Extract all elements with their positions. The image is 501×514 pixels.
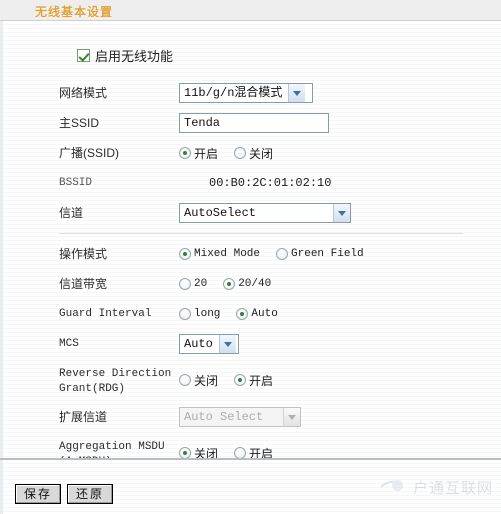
label-main-ssid: 主SSID [59, 116, 100, 130]
channel-bandwidth-option-2040-label: 20/40 [238, 278, 272, 290]
guard-interval-option-long[interactable]: long [179, 308, 220, 320]
row-main-ssid: 主SSID [59, 113, 479, 133]
operating-mode-radio-group: Mixed Mode Green Field [179, 248, 374, 260]
chevron-down-icon[interactable] [333, 204, 350, 222]
guard-interval-option-auto[interactable]: Auto [236, 308, 278, 320]
row-bssid: BSSID 00:B0:2C:01:02:10 [59, 173, 479, 193]
operating-mode-option-greenfield-label: Green Field [291, 248, 364, 260]
extension-channel-value: Auto Select [184, 410, 264, 424]
radio-icon-on[interactable] [223, 278, 236, 290]
broadcast-ssid-radio-group: 开启 关闭 [179, 145, 283, 162]
row-channel-bandwidth: 信道带宽 20 20/40 [59, 274, 479, 294]
enable-wireless-checkbox[interactable] [77, 49, 90, 62]
row-rdg: Reverse Direction Grant(RDG) 关闭 开启 [59, 364, 479, 397]
radio-icon-off[interactable] [276, 248, 289, 260]
label-network-mode: 网络模式 [59, 86, 108, 100]
chevron-down-icon [283, 408, 300, 426]
broadcast-ssid-option-on[interactable]: 开启 [179, 145, 218, 162]
channel-bandwidth-radio-group: 20 20/40 [179, 278, 281, 290]
label-bssid: BSSID [59, 177, 93, 189]
radio-icon-on[interactable] [236, 308, 249, 320]
page-header: 无线基本设置 [0, 0, 501, 21]
divider [59, 233, 463, 234]
footer-bar: 保存 还原 [0, 460, 501, 514]
row-mcs: MCS Auto [59, 334, 479, 354]
settings-form: 网络模式 11b/g/n混合模式 主SSID 广播(SSID) [59, 83, 479, 491]
row-guard-interval: Guard Interval long Auto [59, 304, 479, 324]
page-title: 无线基本设置 [35, 5, 114, 19]
label-guard-interval: Guard Interval [59, 308, 152, 320]
chevron-down-icon[interactable] [288, 84, 306, 102]
broadcast-ssid-option-off[interactable]: 关闭 [234, 145, 273, 162]
label-rdg: Reverse Direction Grant(RDG) [59, 368, 172, 395]
footer-buttons: 保存 还原 [15, 484, 114, 504]
row-network-mode: 网络模式 11b/g/n混合模式 [59, 83, 479, 103]
label-extension-channel: 扩展信道 [59, 410, 108, 424]
label-channel: 信道 [59, 206, 84, 220]
radio-icon-on[interactable] [179, 147, 191, 159]
radio-icon-on[interactable] [179, 248, 191, 260]
operating-mode-option-greenfield[interactable]: Green Field [276, 248, 364, 260]
channel-select[interactable]: AutoSelect [179, 203, 351, 223]
row-extension-channel: 扩展信道 Auto Select [59, 407, 479, 427]
extension-channel-select: Auto Select [179, 407, 301, 427]
network-mode-select[interactable]: 11b/g/n混合模式 [179, 83, 313, 103]
mcs-value: Auto [184, 337, 213, 351]
guard-interval-option-long-label: long [194, 308, 221, 320]
rdg-option-on-label: 开启 [249, 373, 274, 388]
mcs-select[interactable]: Auto [179, 334, 239, 354]
radio-icon-off[interactable] [234, 147, 247, 159]
restore-button[interactable]: 还原 [67, 484, 114, 504]
row-broadcast-ssid: 广播(SSID) 开启 关闭 [59, 143, 479, 163]
channel-bandwidth-option-20-label: 20 [194, 278, 208, 290]
radio-icon-on[interactable] [234, 374, 247, 386]
rdg-option-off[interactable]: 关闭 [179, 372, 218, 389]
radio-icon-off[interactable] [179, 374, 191, 386]
channel-value: AutoSelect [184, 206, 257, 220]
row-operating-mode: 操作模式 Mixed Mode Green Field [59, 244, 479, 264]
label-mcs: MCS [59, 338, 79, 350]
guard-interval-radio-group: long Auto [179, 308, 288, 320]
rdg-radio-group: 关闭 开启 [179, 372, 283, 389]
channel-bandwidth-option-2040[interactable]: 20/40 [223, 278, 271, 290]
settings-panel: 启用无线功能 网络模式 11b/g/n混合模式 主SSID Tenda 广播(S… [0, 21, 501, 481]
rdg-option-off-label: 关闭 [194, 373, 219, 388]
broadcast-ssid-option-off-label: 关闭 [249, 146, 274, 161]
label-broadcast-ssid: 广播(SSID) [59, 146, 120, 160]
operating-mode-option-mixed[interactable]: Mixed Mode [179, 248, 260, 260]
operating-mode-option-mixed-label: Mixed Mode [194, 248, 261, 260]
label-channel-bandwidth: 信道带宽 [59, 277, 108, 291]
radio-icon-off[interactable] [179, 308, 191, 320]
chevron-down-icon[interactable] [218, 335, 236, 353]
row-channel: 信道 AutoSelect [59, 203, 479, 223]
bssid-value: 00:B0:2C:01:02:10 [209, 176, 332, 190]
main-ssid-input[interactable] [179, 113, 329, 133]
label-operating-mode: 操作模式 [59, 247, 108, 261]
enable-wireless-label: 启用无线功能 [95, 49, 174, 64]
radio-icon-off[interactable] [179, 278, 191, 290]
enable-wireless-row[interactable]: 启用无线功能 [77, 46, 173, 65]
rdg-option-on[interactable]: 开启 [234, 372, 273, 389]
channel-bandwidth-option-20[interactable]: 20 [179, 278, 207, 290]
guard-interval-option-auto-label: Auto [251, 308, 278, 320]
network-mode-value: 11b/g/n混合模式 [184, 86, 283, 100]
save-button[interactable]: 保存 [15, 484, 62, 504]
broadcast-ssid-option-on-label: 开启 [194, 146, 219, 161]
